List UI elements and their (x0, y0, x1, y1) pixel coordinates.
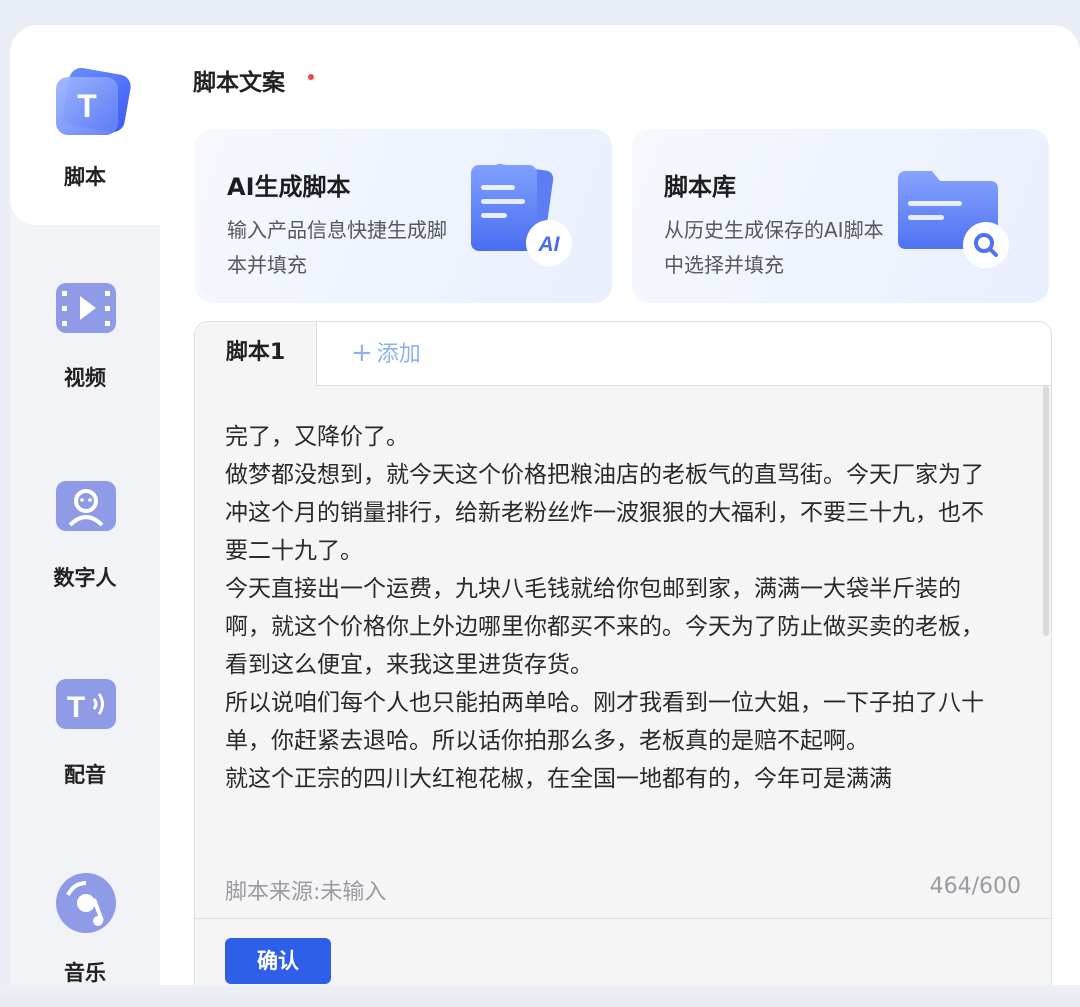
script-library-card[interactable]: 脚本库 从历史生成保存的AI脚本中选择并填充 (632, 129, 1049, 303)
voiceover-icon: T (56, 679, 116, 729)
digital-human-icon (56, 481, 116, 531)
script-line: 今天直接出一个运费，九块八毛钱就给你包邮到家，满满一大袋半斤装的啊，就这个价格你… (225, 576, 984, 678)
section-title: 脚本文案 (193, 70, 285, 96)
scrollbar[interactable] (1043, 386, 1049, 636)
card-title: AI生成脚本 (227, 173, 351, 201)
sidebar: T 脚本 视频 数字人 T 配音 音乐 (10, 25, 160, 985)
sidebar-item-digital-human[interactable]: 数字人 (10, 449, 160, 649)
add-tab-label: 添加 (376, 342, 421, 367)
script-editor: 脚本1 + 添加 完了，又降价了。 做梦都没想到，就今天这个价格把粮油店的老板气的… (194, 321, 1052, 985)
script-line: 完了，又降价了。 (225, 424, 409, 450)
card-description: 输入产品信息快捷生成脚本并填充 (227, 218, 447, 277)
sidebar-item-script[interactable]: T 脚本 (10, 25, 160, 225)
sidebar-item-label: 音乐 (64, 961, 106, 985)
sidebar-item-voiceover[interactable]: T 配音 (10, 647, 160, 847)
tab-bar: 脚本1 + 添加 (195, 322, 1051, 386)
ai-badge: AI (538, 233, 561, 256)
divider (195, 918, 1051, 919)
music-icon (56, 873, 116, 933)
required-dot (308, 74, 314, 80)
script-line: 就这个正宗的四川大红袍花椒，在全国一地都有的，今年可是满满 (225, 766, 892, 792)
folder-search-icon (898, 171, 1009, 268)
script-textarea[interactable]: 完了，又降价了。 做梦都没想到，就今天这个价格把粮油店的老板气的直骂街。今天厂家… (225, 418, 1005, 858)
card-description: 从历史生成保存的AI脚本中选择并填充 (664, 218, 884, 277)
add-tab-button[interactable]: + 添加 (351, 322, 421, 385)
sidebar-item-label: 视频 (64, 366, 106, 390)
tab-script-1[interactable]: 脚本1 (195, 322, 317, 386)
sidebar-item-label: 脚本 (64, 165, 106, 189)
card-title: 脚本库 (664, 173, 736, 201)
sidebar-item-music[interactable]: 音乐 (10, 845, 160, 985)
confirm-button[interactable]: 确认 (225, 938, 331, 984)
script-line: 所以说咱们每个人也只能拍两单哈。刚才我看到一位大姐，一下子拍了八十单，你赶紧去退… (225, 690, 984, 754)
script-line: 做梦都没想到，就今天这个价格把粮油店的老板气的直骂街。今天厂家为了冲这个月的销量… (225, 462, 984, 564)
svg-text:T: T (77, 88, 97, 124)
plus-icon: + (351, 338, 373, 368)
video-icon (56, 283, 116, 333)
sidebar-item-label: 配音 (64, 763, 106, 787)
ai-generate-card[interactable]: AI生成脚本 输入产品信息快捷生成脚本并填充 AI (195, 129, 612, 303)
script-source-label: 脚本来源:未输入 (225, 880, 387, 905)
bottom-strip (0, 985, 1080, 1007)
ai-document-icon: AI (471, 164, 572, 266)
char-count: 464/600 (929, 874, 1021, 899)
svg-text:T: T (67, 691, 85, 724)
app-panel: T 脚本 视频 数字人 T 配音 音乐 脚本文案 AI生成脚本 输入产品信息快捷… (10, 25, 1080, 985)
sidebar-item-label: 数字人 (53, 566, 117, 590)
sidebar-item-video[interactable]: 视频 (10, 251, 160, 451)
script-icon: T (56, 67, 131, 135)
